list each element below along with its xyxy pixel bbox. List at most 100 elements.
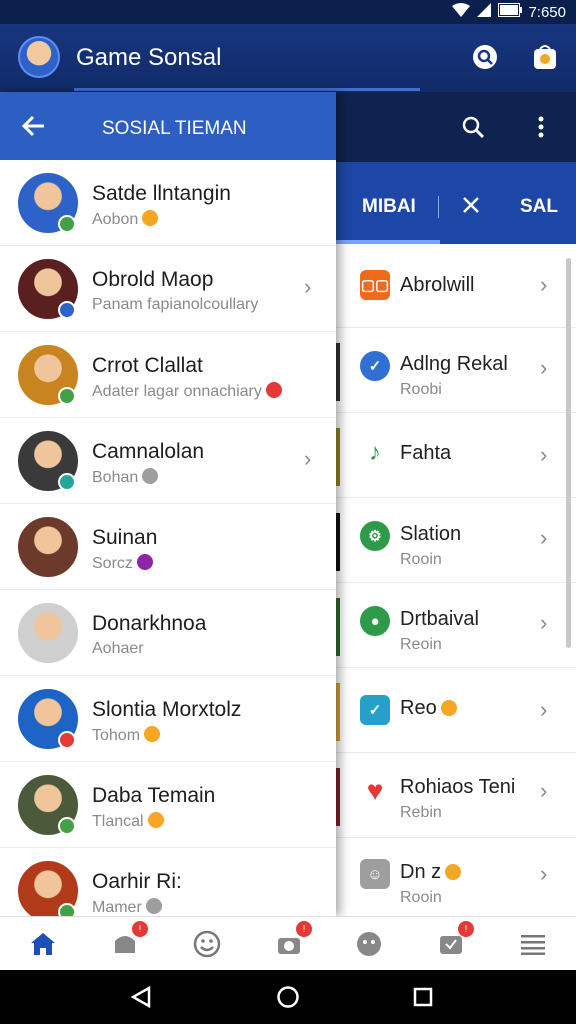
friend-status: Aohaer <box>92 640 144 658</box>
friend-name: Daba Temain <box>92 784 215 808</box>
friend-name: Oarhir Ri: <box>92 870 182 894</box>
square-recents-icon <box>413 987 433 1007</box>
list-item-rohiaos-teni[interactable]: ♥ Rohiaos Teni Rebin › <box>336 754 576 838</box>
scrollbar[interactable] <box>566 258 571 648</box>
list-item-slation[interactable]: ⚙ Slation Rooin › <box>336 499 576 583</box>
friend-row[interactable]: Obrold Maop Panam fapianolcoullary › <box>0 246 336 332</box>
nav-menu[interactable] <box>516 927 550 961</box>
wifi-icon <box>452 2 471 22</box>
friend-name-text: Crrot Clallat <box>92 354 203 377</box>
list-item-drtbaival[interactable]: ● Drtbaival Reoin › <box>336 584 576 668</box>
gold-badge-icon <box>445 864 462 880</box>
friend-row[interactable]: Daba Temain Tlancal <box>0 762 336 848</box>
chevron-right-icon: › <box>540 442 548 467</box>
friend-name: Obrold Maop <box>92 268 213 292</box>
friend-name: Slontia Morxtolz <box>92 698 241 722</box>
friend-status-text: Adater lagar onnachiary <box>92 383 262 400</box>
system-recents-button[interactable] <box>410 984 436 1010</box>
friend-name-text: Suinan <box>92 526 158 549</box>
app-bar: Game Sonsal <box>0 24 576 92</box>
status-dot-icon <box>58 817 76 835</box>
list-item-adlng-rekal[interactable]: ✓ Adlng Rekal Roobi › <box>336 329 576 413</box>
bird-icon: ✓ <box>360 351 390 381</box>
friend-status-text: Tohom <box>92 727 141 744</box>
app-avatar[interactable] <box>18 36 60 78</box>
friend-status-text: Mamer <box>92 899 142 916</box>
chevron-right-icon: › <box>540 778 548 803</box>
level-badge-icon <box>144 726 161 742</box>
friend-name: Camnalolan <box>92 440 204 464</box>
status-dot-icon <box>58 387 76 405</box>
chevron-right-icon: › <box>540 525 548 550</box>
friend-status-text: Panam fapianolcoullary <box>92 296 259 313</box>
friend-row[interactable]: Camnalolan Bohan › <box>0 418 336 504</box>
chevron-right-icon: › <box>304 274 312 299</box>
friend-row[interactable]: Crrot Clallat Adater lagar onnachiary <box>0 332 336 418</box>
item-title: Reo <box>400 697 457 720</box>
nav-camera[interactable]: ! <box>272 921 312 961</box>
item-subtitle: Rooin <box>400 889 442 906</box>
friend-status-text: Bohan <box>92 469 139 486</box>
app-title: Game Sonsal <box>76 44 222 71</box>
system-back-button[interactable] <box>128 984 154 1010</box>
notification-badge: ! <box>132 921 148 937</box>
more-options-button[interactable] <box>528 114 554 140</box>
search-button[interactable] <box>460 114 486 140</box>
item-title: Drtbaival <box>400 608 479 630</box>
list-item-dnz[interactable]: ☺ Dn z Rooin › <box>336 839 576 923</box>
friend-name-text: Donarkhnoa <box>92 612 207 635</box>
friend-status-text: Aobon <box>92 211 139 228</box>
app-icon: ▢▢ <box>360 270 390 300</box>
search-icon <box>462 116 485 139</box>
chat-box-icon: ☺ <box>360 859 390 889</box>
list-item-reo[interactable]: ✓ Reo › <box>336 669 576 753</box>
friend-row[interactable]: Donarkhnoa Aohaer <box>0 590 336 676</box>
friend-name: Suinan <box>92 526 157 550</box>
home-icon <box>31 933 55 955</box>
status-icons: 7:650 <box>452 2 566 22</box>
location-icon: ● <box>360 606 390 636</box>
back-button[interactable] <box>18 110 50 142</box>
friend-status-text: Sorcz <box>92 555 133 572</box>
arrow-back-icon <box>22 115 44 137</box>
system-home-button[interactable] <box>275 984 301 1010</box>
search-chat-button[interactable] <box>468 40 502 74</box>
nav-friends[interactable] <box>352 927 386 961</box>
hamburger-menu-icon <box>521 935 545 955</box>
friend-name-text: Obrold Maop <box>92 268 214 291</box>
friend-status: Sorcz <box>92 554 153 573</box>
friend-name-text: Camnalolan <box>92 440 205 463</box>
status-dot-icon <box>58 731 76 749</box>
avatar[interactable] <box>18 603 78 663</box>
battery-icon <box>498 3 523 21</box>
social-drawer: SOSIAL TIEMAN Satde llntangin Aobon Obrold… <box>0 92 336 934</box>
friend-status-text: Tlancal <box>92 813 144 830</box>
notification-badge: ! <box>458 921 474 937</box>
tab-sal[interactable]: SAL <box>520 196 558 218</box>
drawer-header: SOSIAL TIEMAN <box>0 92 336 160</box>
music-icon: ♪ <box>360 438 390 468</box>
level-badge-icon <box>136 554 153 570</box>
more-vert-icon <box>538 116 544 138</box>
friend-status: Panam fapianolcoullary <box>92 296 258 314</box>
list-item-fahta[interactable]: ♪ Fahta › <box>336 414 576 498</box>
avatar[interactable] <box>18 517 78 577</box>
signal-icon <box>476 2 492 22</box>
message-icon <box>440 936 462 954</box>
friend-name: Satde llntangin <box>92 182 231 206</box>
search-bubble-icon <box>473 45 497 69</box>
tab-mibai[interactable]: MIBAI <box>362 196 416 218</box>
nav-home[interactable] <box>26 927 60 961</box>
nav-emoji[interactable] <box>190 927 224 961</box>
nav-messages[interactable]: ! <box>434 921 474 961</box>
friend-row[interactable]: Satde llntangin Aobon <box>0 160 336 246</box>
list-item-abrolwill[interactable]: ▢▢ Abrolwill › <box>336 244 576 328</box>
friend-row[interactable]: Slontia Morxtolz Tohom <box>0 676 336 762</box>
friend-row[interactable]: Suinan Sorcz <box>0 504 336 590</box>
close-tab-button[interactable] <box>462 196 480 220</box>
nav-games[interactable]: ! <box>108 921 148 961</box>
notifications-button[interactable] <box>528 40 562 74</box>
chevron-right-icon: › <box>304 446 312 471</box>
status-time: 7:650 <box>528 3 566 21</box>
bottom-nav: ! ! ! <box>0 916 576 970</box>
